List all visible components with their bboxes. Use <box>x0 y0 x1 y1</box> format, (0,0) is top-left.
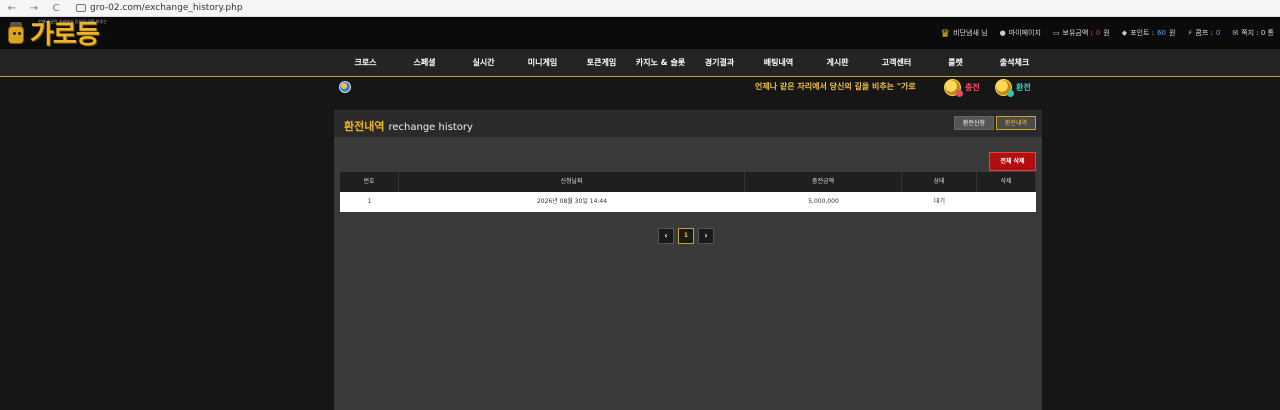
notice-bar: 언제나 같은 자리에서 당신의 길을 비추는 "가로 충전 환전 <box>0 77 1280 102</box>
delete-all-button[interactable]: 전체 삭제 <box>989 152 1036 171</box>
balance-display[interactable]: ▭ 보유금액 : 0 원 <box>1053 28 1110 38</box>
next-page-button[interactable]: › <box>698 228 714 244</box>
wallet-icon: ▭ <box>1052 29 1060 37</box>
crown-icon: ♛ <box>940 26 951 40</box>
nav-item-cross[interactable]: 크로스 <box>336 49 395 77</box>
logo-tagline: 언제나 같은 자리에서 당신의 길을 비추는 <box>38 19 107 24</box>
diamond-icon: ◆ <box>1121 29 1128 37</box>
mypage-link[interactable]: ● 마이페이지 <box>1000 28 1041 38</box>
envelope-icon: ✉ <box>1232 29 1239 37</box>
page-tabs: 환전신청 환전내역 <box>953 116 1036 130</box>
nav-item-live[interactable]: 실시간 <box>454 49 513 77</box>
history-table: 번호 신청날짜 충전금액 상태 삭제 1 2026년 08월 30일 14:44… <box>340 172 1036 212</box>
row-number: 1 <box>367 198 372 205</box>
address-bar[interactable]: gro-02.com/exchange_history.php <box>76 3 243 13</box>
bolt-icon: ⚡ <box>1187 29 1193 37</box>
coin-icon <box>944 79 963 97</box>
message-link[interactable]: ✉ 쪽지 : 0 통 <box>1232 28 1274 38</box>
points-value: 60 <box>1157 29 1166 37</box>
row-date: 2026년 08월 30일 14:44 <box>536 198 608 205</box>
user-icon: ● <box>999 29 1006 37</box>
row-delete[interactable] <box>977 192 1036 212</box>
back-icon[interactable]: ← <box>6 3 18 14</box>
nav-item-support[interactable]: 고객센터 <box>867 49 926 77</box>
site-header: 가로등 언제나 같은 자리에서 당신의 길을 비추는 ♛ 비단냄새 님 ● 마이… <box>0 17 1280 49</box>
nav-item-casino-slot[interactable]: 카지노 & 슬롯 <box>631 49 690 77</box>
charge-button[interactable]: 충전 <box>944 79 980 97</box>
reload-icon[interactable]: C <box>50 3 62 14</box>
points-display[interactable]: ◆ 포인트 : 60 원 <box>1122 28 1176 38</box>
logo-text: 가로등 <box>30 20 100 50</box>
table-row: 1 2026년 08월 30일 14:44 5,000,000 대기 <box>340 192 1036 212</box>
row-amount: 5,000,000 <box>808 198 839 205</box>
comp-value: 0 <box>1215 29 1221 37</box>
column-header: 삭제 <box>977 172 1036 192</box>
nav-item-minigame[interactable]: 미니게임 <box>513 49 572 77</box>
notice-marquee: 언제나 같은 자리에서 당신의 길을 비추는 "가로 <box>755 82 916 91</box>
coin-icon <box>995 79 1014 97</box>
nav-menu: 크로스 스페셜 실시간 미니게임 토큰게임 카지노 & 슬롯 경기결과 배팅내역… <box>336 49 1044 77</box>
nav-item-roulette[interactable]: 룰렛 <box>926 49 985 77</box>
row-status: 대기 <box>933 198 946 205</box>
nav-item-attendance[interactable]: 출석체크 <box>985 49 1044 77</box>
nav-item-bet-history[interactable]: 배팅내역 <box>749 49 808 77</box>
column-header: 번호 <box>340 172 399 192</box>
site-info-icon[interactable] <box>76 4 86 12</box>
column-header: 상태 <box>902 172 977 192</box>
exchange-button[interactable]: 환전 <box>995 79 1031 97</box>
notice-icon[interactable] <box>339 81 351 93</box>
tab-exchange-history[interactable]: 환전내역 <box>995 116 1036 130</box>
nav-item-special[interactable]: 스페셜 <box>395 49 454 77</box>
url-text: gro-02.com/exchange_history.php <box>90 3 243 13</box>
page-title: 환전내역 rechange history <box>344 120 473 133</box>
user-info-bar: ♛ 비단냄새 님 ● 마이페이지 ▭ 보유금액 : 0 원 ◆ 포인트 : 60… <box>940 17 1274 49</box>
page-subtitle: rechange history <box>388 122 473 133</box>
site-logo[interactable]: 가로등 언제나 같은 자리에서 당신의 길을 비추는 <box>4 18 107 50</box>
table-header: 번호 신청날짜 충전금액 상태 삭제 <box>340 172 1036 192</box>
main-navigation: 크로스 스페셜 실시간 미니게임 토큰게임 카지노 & 슬롯 경기결과 배팅내역… <box>0 49 1280 77</box>
tab-exchange-request[interactable]: 환전신청 <box>953 116 994 130</box>
panel-header: 환전내역 rechange history 환전신청 환전내역 <box>334 110 1042 137</box>
user-nickname[interactable]: ♛ 비단냄새 님 <box>940 27 987 40</box>
prev-page-button[interactable]: ‹ <box>658 228 674 244</box>
table-body: 1 2026년 08월 30일 14:44 5,000,000 대기 <box>340 192 1036 212</box>
page-number-button[interactable]: 1 <box>678 228 694 244</box>
exchange-history-panel: 환전내역 rechange history 환전신청 환전내역 전체 삭제 번호 … <box>334 110 1042 410</box>
column-header: 신청날짜 <box>399 172 745 192</box>
lantern-icon <box>4 20 28 46</box>
browser-toolbar: ← → C gro-02.com/exchange_history.php <box>0 0 1280 17</box>
balance-value: 0 <box>1095 29 1101 37</box>
nav-item-results[interactable]: 경기결과 <box>690 49 749 77</box>
nav-item-board[interactable]: 게시판 <box>808 49 867 77</box>
comp-display[interactable]: ⚡ 콤프 : 0 <box>1187 28 1220 38</box>
nav-item-tokengame[interactable]: 토큰게임 <box>572 49 631 77</box>
pagination: ‹ 1 › <box>658 228 714 244</box>
column-header: 충전금액 <box>745 172 902 192</box>
forward-icon[interactable]: → <box>28 3 40 14</box>
